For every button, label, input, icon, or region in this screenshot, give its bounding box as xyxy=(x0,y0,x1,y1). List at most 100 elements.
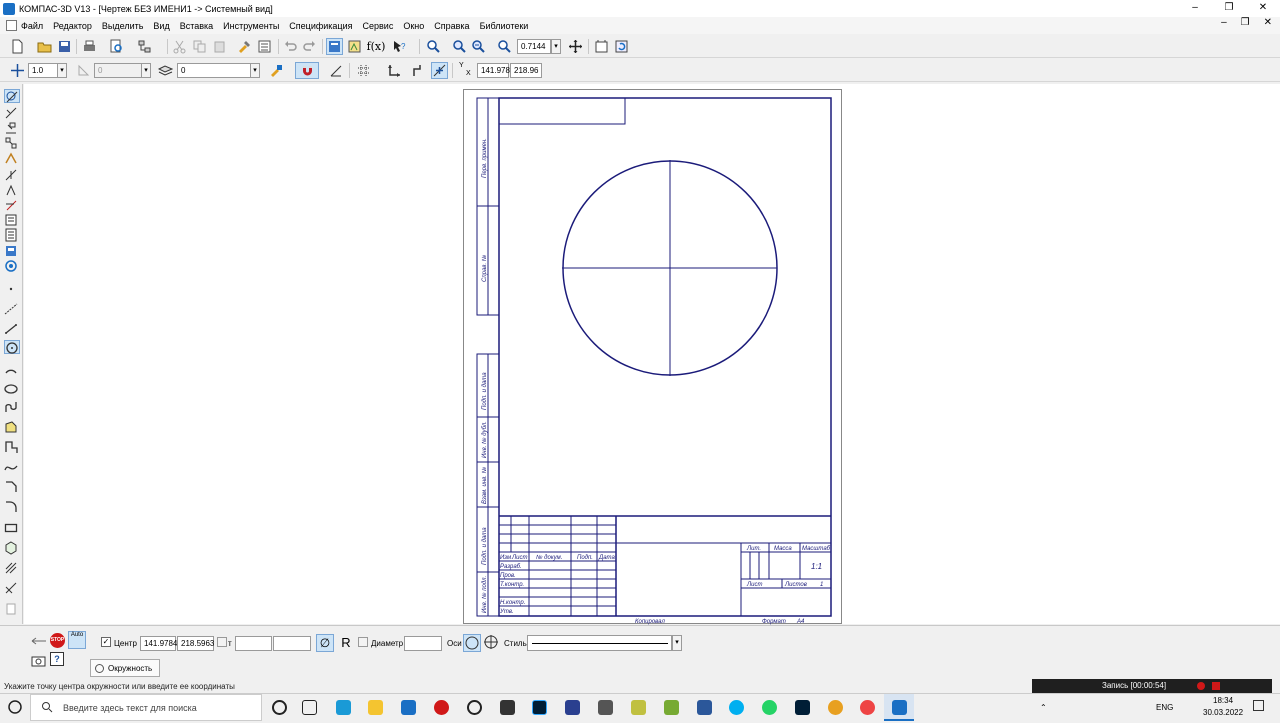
stop-record-icon[interactable] xyxy=(1212,682,1220,690)
polyline-tool-icon[interactable] xyxy=(4,440,20,454)
whatsapp-icon[interactable] xyxy=(762,700,777,715)
redo-icon[interactable] xyxy=(301,38,318,55)
menu-tools[interactable]: Инструменты xyxy=(223,21,279,31)
edit-panel-icon[interactable] xyxy=(4,136,20,150)
tab-circle[interactable]: Окружность xyxy=(90,659,160,677)
center-x-field[interactable]: 141.9784 xyxy=(140,636,177,651)
menu-window[interactable]: Окно xyxy=(403,21,424,31)
chamfer-tool-icon[interactable] xyxy=(4,480,20,494)
close-button[interactable]: ✕ xyxy=(1246,0,1280,17)
ellipse-tool-icon[interactable] xyxy=(4,382,20,396)
mdi-restore-button[interactable]: ❐ xyxy=(1241,17,1250,28)
contour-tool-icon[interactable] xyxy=(4,581,20,595)
preview-icon[interactable] xyxy=(108,38,125,55)
round-coordinates-icon[interactable] xyxy=(431,62,448,79)
chrome-icon[interactable] xyxy=(860,700,875,715)
angle-field[interactable]: 0 xyxy=(94,63,142,78)
step-field[interactable]: 1.0 xyxy=(28,63,58,78)
menu-view[interactable]: Вид xyxy=(153,21,169,31)
new-document-icon[interactable] xyxy=(9,38,26,55)
step-dropdown-icon[interactable]: ▾ xyxy=(57,63,67,78)
refresh-icon[interactable] xyxy=(613,38,630,55)
diameter-mode-icon[interactable]: ∅ xyxy=(316,634,334,652)
diameter-checkbox[interactable] xyxy=(358,637,368,647)
help-icon[interactable]: ? xyxy=(50,652,64,666)
zoom-scale-icon[interactable] xyxy=(496,38,513,55)
photoshop-2-icon[interactable] xyxy=(795,700,810,715)
edge-icon[interactable] xyxy=(336,700,351,715)
maximize-button[interactable]: ❐ xyxy=(1212,0,1246,17)
library-manager-icon[interactable] xyxy=(346,38,363,55)
app-o-icon[interactable] xyxy=(467,700,482,715)
line-style-dropdown-icon[interactable]: ▾ xyxy=(672,635,682,651)
minimize-button[interactable]: – xyxy=(1178,0,1212,17)
document-icon[interactable] xyxy=(6,20,17,31)
stop-button[interactable]: STOP xyxy=(50,633,65,648)
equidistant-tool-icon[interactable] xyxy=(4,561,20,575)
skype-icon[interactable] xyxy=(729,700,744,715)
cursor-x-field[interactable]: 141.978 xyxy=(477,63,510,78)
point-x-field[interactable] xyxy=(235,636,272,651)
firefox-icon[interactable] xyxy=(828,700,843,715)
green-app-icon[interactable] xyxy=(664,700,679,715)
layer-icon[interactable] xyxy=(157,62,174,79)
line-style-select[interactable] xyxy=(527,635,672,651)
save-icon[interactable] xyxy=(56,38,73,55)
fillet-tool-icon[interactable] xyxy=(4,500,20,514)
search-box[interactable]: Введите здесь текст для поиска xyxy=(30,694,262,721)
geometry-panel-icon[interactable] xyxy=(4,89,20,103)
menu-select[interactable]: Выделить xyxy=(102,21,144,31)
task-view-icon[interactable] xyxy=(302,700,317,715)
center-y-field[interactable]: 218.5963 xyxy=(177,636,214,651)
record-icon[interactable] xyxy=(1197,682,1205,690)
layer-field[interactable]: 0 xyxy=(177,63,251,78)
segment-tool-icon[interactable] xyxy=(4,322,20,336)
store-icon[interactable] xyxy=(401,700,416,715)
layer-dropdown-icon[interactable]: ▾ xyxy=(250,63,260,78)
photoshop-icon[interactable] xyxy=(532,700,547,715)
tree-icon[interactable] xyxy=(136,38,153,55)
pan-icon[interactable] xyxy=(567,38,584,55)
save-app-icon[interactable] xyxy=(565,700,580,715)
hatch-tool-icon[interactable] xyxy=(4,420,20,434)
tray-chevron-icon[interactable]: ⌃ xyxy=(1040,703,1047,712)
menu-editor[interactable]: Редактор xyxy=(53,21,92,31)
menu-libraries[interactable]: Библиотеки xyxy=(480,21,529,31)
word-icon[interactable] xyxy=(697,700,712,715)
variables-button[interactable]: f(x) xyxy=(366,38,386,55)
zoom-out-icon[interactable] xyxy=(470,38,487,55)
point-y-field[interactable] xyxy=(273,636,311,651)
zoom-in-icon[interactable] xyxy=(451,38,468,55)
menu-service[interactable]: Сервис xyxy=(363,21,394,31)
mdi-close-button[interactable]: ✕ xyxy=(1264,17,1272,28)
arc-tool-icon[interactable] xyxy=(4,362,20,376)
help-pointer-icon[interactable]: ? xyxy=(391,38,408,55)
zoom-value-field[interactable]: 0.7144 xyxy=(517,39,551,54)
drawing-sheet-a4[interactable]: Перв. примен. Справ. № Подп. и дата Инв.… xyxy=(463,89,842,625)
menu-file[interactable]: Файл xyxy=(21,21,43,31)
curve-tool-icon[interactable] xyxy=(4,460,20,474)
designations-panel-icon[interactable] xyxy=(4,121,20,135)
point-tool-icon[interactable] xyxy=(4,282,20,296)
spec-panel-icon[interactable] xyxy=(4,213,20,227)
rectangle-tool-icon[interactable] xyxy=(4,521,20,535)
camera-icon[interactable] xyxy=(31,654,46,667)
undo-icon[interactable] xyxy=(282,38,299,55)
copy-properties-icon[interactable] xyxy=(236,38,253,55)
zoom-dropdown-icon[interactable]: ▾ xyxy=(551,39,561,54)
grid-icon[interactable] xyxy=(355,62,372,79)
fragment-panel-icon[interactable] xyxy=(4,259,20,273)
properties-icon[interactable] xyxy=(256,38,273,55)
back-arrow-icon[interactable] xyxy=(31,635,47,647)
view-properties-icon[interactable] xyxy=(268,62,285,79)
explorer-icon[interactable] xyxy=(368,700,383,715)
point-checkbox[interactable] xyxy=(217,637,227,647)
opera-icon[interactable] xyxy=(434,700,449,715)
kompas-taskbar-button[interactable] xyxy=(884,694,914,721)
ortho-mode-icon[interactable] xyxy=(410,62,427,79)
dimensions-panel-icon[interactable] xyxy=(4,106,20,120)
mdi-minimize-button[interactable]: – xyxy=(1221,17,1227,28)
insert-panel-icon[interactable] xyxy=(4,244,20,258)
start-button[interactable] xyxy=(0,694,30,721)
snap-magnet-icon[interactable] xyxy=(295,62,319,79)
